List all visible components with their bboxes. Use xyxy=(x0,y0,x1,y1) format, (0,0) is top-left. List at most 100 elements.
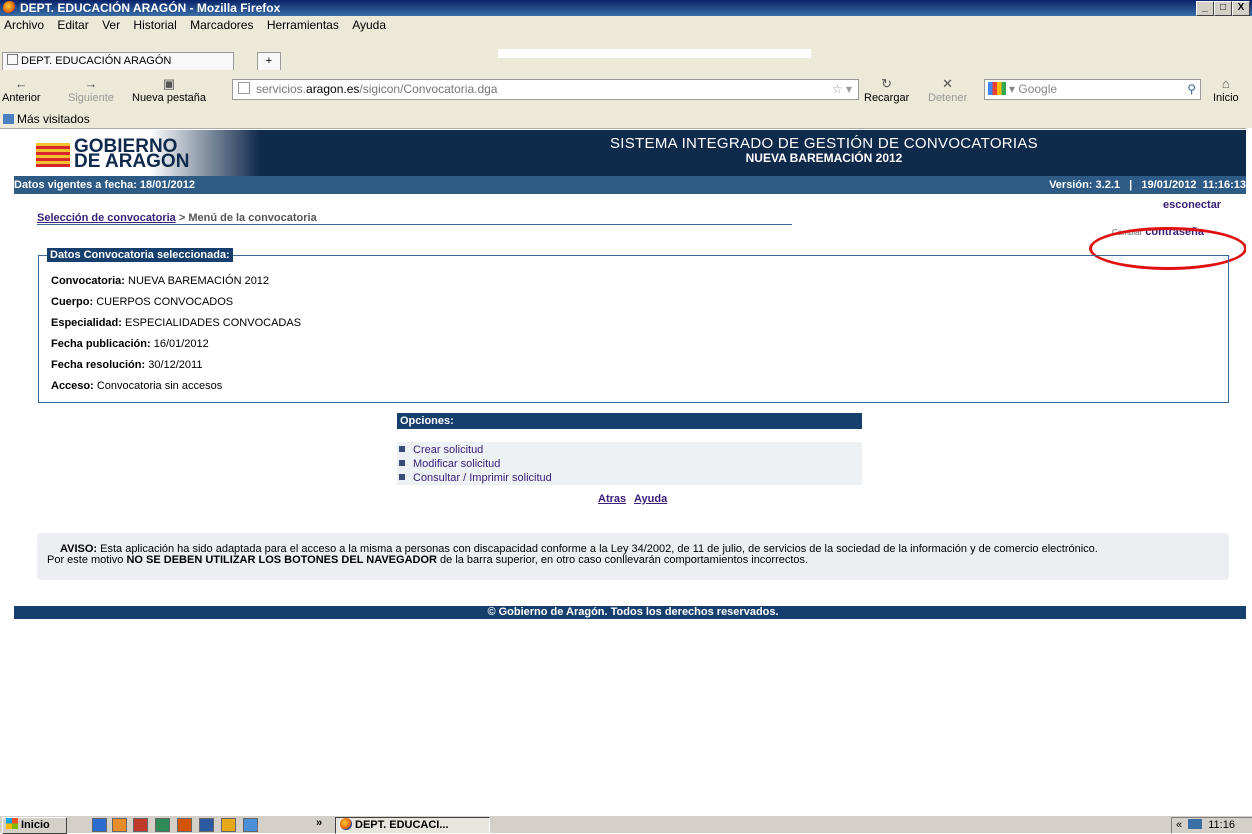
data-row-fecha-publicacion: Fecha publicación: 16/01/2012 xyxy=(51,338,209,350)
window-titlebar: DEPT. EDUCACIÓN ARAGÓN - Mozilla Firefox… xyxy=(0,0,1252,16)
search-placeholder: Google xyxy=(1018,82,1058,96)
breadcrumb-separator: > xyxy=(175,212,189,224)
row-value: NUEVA BAREMACIÓN 2012 xyxy=(128,275,270,287)
notice-warning: NO SE DEBEN UTILIZAR LOS BOTONES DEL NAV… xyxy=(126,554,437,566)
convocatoria-data-header: Datos Convocatoria seleccionada: xyxy=(47,248,233,262)
data-row-cuerpo: Cuerpo: CUERPOS CONVOCADOS xyxy=(51,296,233,308)
row-label: Cuerpo: xyxy=(51,296,94,308)
taskbar-app-label: DEPT. EDUCACI... xyxy=(355,819,449,831)
menu-herramientas[interactable]: Herramientas xyxy=(267,18,339,32)
bookmark-star-icon[interactable]: ☆ ▾ xyxy=(832,80,852,99)
bookmark-folder-icon xyxy=(3,114,14,124)
powerpoint-quicklaunch-icon[interactable] xyxy=(177,818,192,832)
network-tray-icon[interactable] xyxy=(1188,819,1203,829)
bullet-icon xyxy=(399,460,405,466)
close-button[interactable]: X xyxy=(1232,1,1250,16)
option-consultar-imprimir[interactable]: Consultar / Imprimir solicitud xyxy=(399,472,552,484)
most-visited-bookmark[interactable]: Más visitados xyxy=(17,112,90,126)
menu-editar[interactable]: Editar xyxy=(57,18,88,32)
bullet-icon xyxy=(399,446,405,452)
tab-dept-educacion[interactable]: DEPT. EDUCACIÓN ARAGÓN xyxy=(2,52,234,71)
new-tab-icon: ▣ xyxy=(162,76,176,91)
option-label: Modificar solicitud xyxy=(413,458,501,470)
more-quicklaunch-button[interactable]: » xyxy=(316,817,322,829)
start-button[interactable]: Inicio xyxy=(2,817,67,834)
row-label: Fecha publicación: xyxy=(51,338,151,350)
notice-text-2b: de la barra superior, en otro caso conll… xyxy=(436,554,809,566)
system-subtitle: NUEVA BAREMACIÓN 2012 xyxy=(745,151,903,165)
data-row-acceso: Acceso: Convocatoria sin accesos xyxy=(51,380,222,392)
data-row-especialidad: Especialidad: ESPECIALIDADES CONVOCADAS xyxy=(51,317,301,329)
logo-line-2: DE ARAGON xyxy=(74,151,190,172)
firefox-quicklaunch-icon[interactable] xyxy=(112,818,127,832)
forward-button[interactable]: → Siguiente xyxy=(68,76,114,104)
reload-button[interactable]: ↻ Recargar xyxy=(864,76,909,104)
disconnect-link[interactable]: esconectar xyxy=(1163,199,1221,211)
explorer-quicklaunch-icon[interactable] xyxy=(221,818,236,832)
word-quicklaunch-icon[interactable] xyxy=(199,818,214,832)
aragon-flag-icon xyxy=(36,143,70,167)
excel-quicklaunch-icon[interactable] xyxy=(155,818,170,832)
site-banner: GOBIERNO DE ARAGON SISTEMA INTEGRADO DE G… xyxy=(14,130,1252,176)
options-header: Opciones: xyxy=(397,413,862,429)
tab-strip: DEPT. EDUCACIÓN ARAGÓN + xyxy=(0,34,1252,71)
scrollbar[interactable] xyxy=(1246,128,1252,805)
search-engine-dropdown-icon[interactable]: ▾ xyxy=(1009,82,1018,96)
new-tab-button[interactable]: + xyxy=(257,52,281,71)
search-input[interactable]: ▾ Google ⚲ xyxy=(984,79,1201,100)
menu-marcadores[interactable]: Marcadores xyxy=(190,18,253,32)
help-link[interactable]: Ayuda xyxy=(634,493,667,505)
network-quicklaunch-icon[interactable] xyxy=(243,818,258,832)
version-date: Versión: 3.2.1 | 19/01/2012 11:16:13 xyxy=(1049,179,1246,191)
breadcrumb-divider xyxy=(37,224,792,225)
clock: 11:16 xyxy=(1208,819,1235,831)
windows-taskbar: Inicio » DEPT. EDUCACI... « 11:16 xyxy=(0,815,1252,834)
url-domain: aragon.es xyxy=(306,82,360,96)
minimize-button[interactable]: _ xyxy=(1196,1,1214,16)
menu-historial[interactable]: Historial xyxy=(133,18,176,32)
breadcrumb-link-seleccion[interactable]: Selección de convocatoria xyxy=(37,212,176,224)
breadcrumb: Selección de convocatoria > Menú de la c… xyxy=(37,212,317,224)
bullet-icon xyxy=(399,474,405,480)
breadcrumb-current: Menú de la convocatoria xyxy=(188,212,317,224)
data-row-convocatoria: Convocatoria: NUEVA BAREMACIÓN 2012 xyxy=(51,275,269,287)
menu-bar: Archivo Editar Ver Historial Marcadores … xyxy=(0,16,1252,34)
stop-icon: ✕ xyxy=(942,76,954,91)
option-modificar-solicitud[interactable]: Modificar solicitud xyxy=(399,458,500,470)
taskbar-firefox-window[interactable]: DEPT. EDUCACI... xyxy=(335,817,490,834)
forward-label: Siguiente xyxy=(68,92,114,104)
forward-arrow-icon: → xyxy=(84,76,98,91)
pdf-quicklaunch-icon[interactable] xyxy=(133,818,148,832)
back-button[interactable]: ← Anterior xyxy=(2,76,41,104)
menu-ayuda[interactable]: Ayuda xyxy=(352,18,386,32)
url-bar[interactable]: servicios.aragon.es/sigicon/Convocatoria… xyxy=(232,79,859,100)
maximize-button[interactable]: □ xyxy=(1214,1,1232,16)
search-icon[interactable]: ⚲ xyxy=(1187,80,1196,99)
row-value: 30/12/2011 xyxy=(148,359,203,371)
back-link[interactable]: Atras xyxy=(598,493,626,505)
home-icon: ⌂ xyxy=(1221,76,1230,91)
option-crear-solicitud[interactable]: Crear solicitud xyxy=(399,444,483,456)
option-label: Consultar / Imprimir solicitud xyxy=(413,472,552,484)
menu-ver[interactable]: Ver xyxy=(102,18,120,32)
blank-area xyxy=(498,49,811,58)
menu-archivo[interactable]: Archivo xyxy=(4,18,44,32)
home-button[interactable]: ⌂ Inicio xyxy=(1213,76,1239,104)
notice-text-2a: Por este motivo xyxy=(47,554,127,566)
new-tab-toolbar-button[interactable]: ▣ Nueva pestaña xyxy=(132,76,206,104)
back-arrow-icon: ← xyxy=(14,76,28,91)
ie-quicklaunch-icon[interactable] xyxy=(92,818,107,832)
option-label: Crear solicitud xyxy=(413,444,484,456)
url-prefix: servicios. xyxy=(256,82,307,96)
gobierno-aragon-logo: GOBIERNO DE ARAGON xyxy=(14,130,260,176)
row-label: Fecha resolución: xyxy=(51,359,146,371)
page-icon xyxy=(238,82,250,94)
reload-icon: ↻ xyxy=(881,76,893,91)
tray-expand-button[interactable]: « xyxy=(1176,819,1182,831)
back-label: Anterior xyxy=(2,92,41,104)
row-label: Especialidad: xyxy=(51,317,122,329)
firefox-icon xyxy=(340,818,352,830)
navigation-toolbar: ← Anterior → Siguiente ▣ Nueva pestaña serv… xyxy=(0,70,1252,110)
data-row-fecha-resolucion: Fecha resolución: 30/12/2011 xyxy=(51,359,202,371)
stop-button[interactable]: ✕ Detener xyxy=(928,76,967,104)
